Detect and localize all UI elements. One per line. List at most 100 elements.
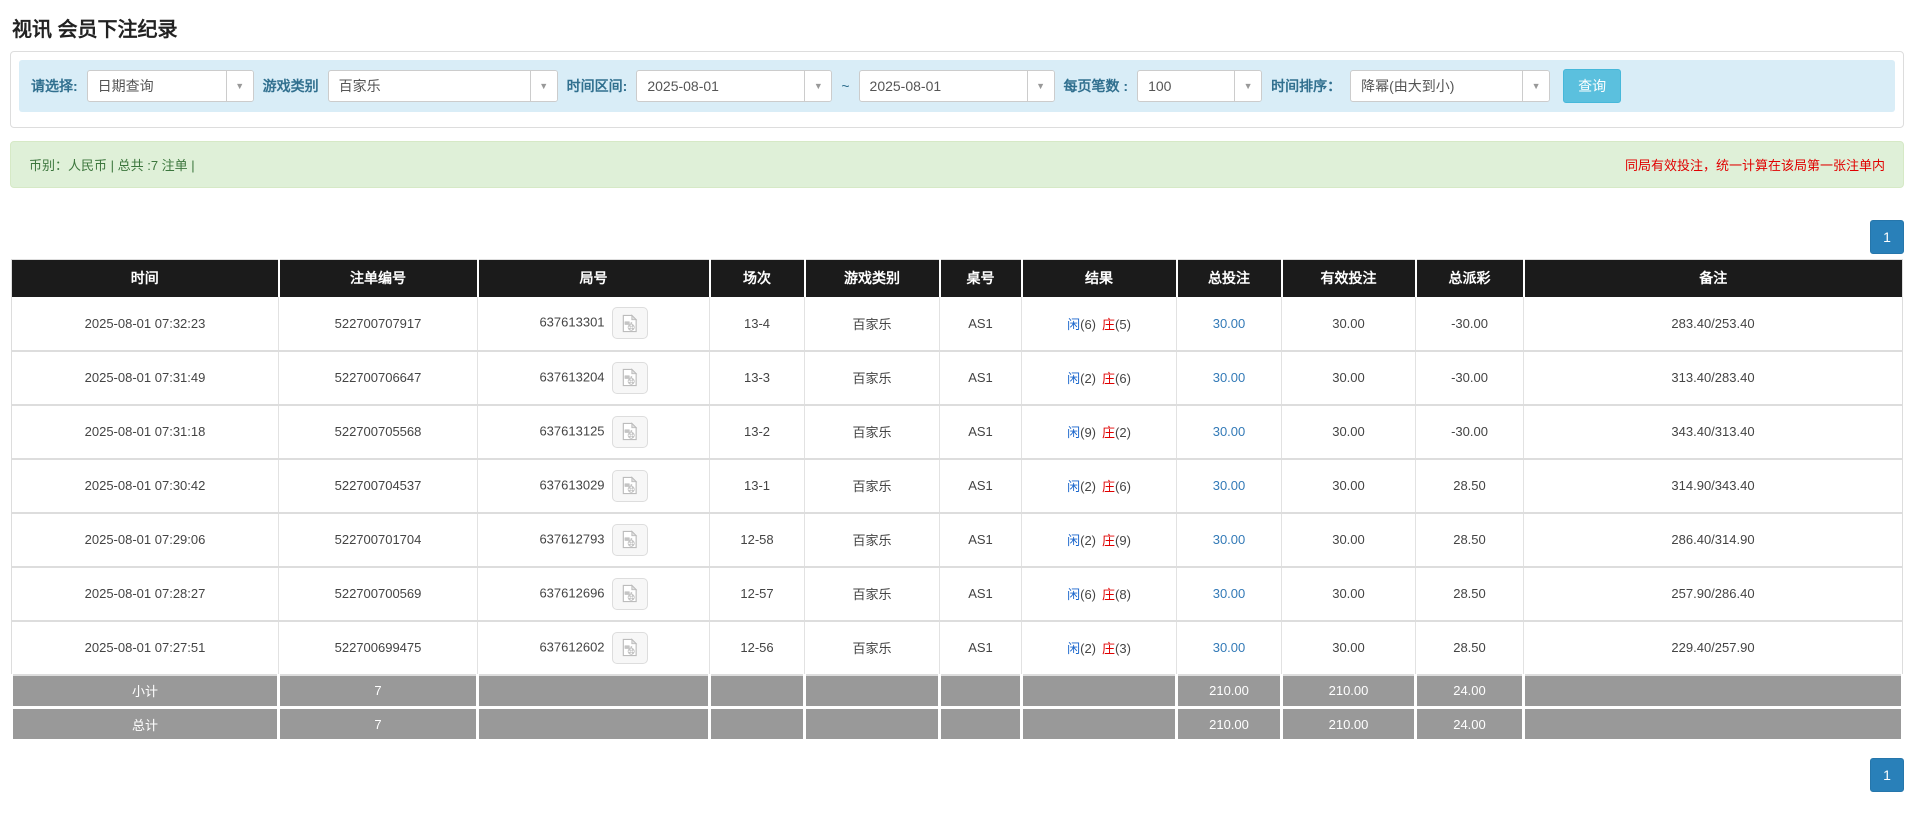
video-replay-button[interactable] [611,631,648,664]
game-type-label: 游戏类别 [262,78,319,94]
filter-bar: 请选择: 日期查询 ▼ 游戏类别 百家乐 ▼ 时间区间: 2025-08-01 … [19,60,1895,112]
player-result-value: (2) [1080,371,1096,386]
cell-time: 2025-08-01 07:31:49 [11,350,279,406]
cell-payout: 28.50 [1415,566,1524,622]
cell-bet-id: 522700704537 [278,458,478,514]
page-size-value: 100 [1148,78,1172,94]
filter-panel: 请选择: 日期查询 ▼ 游戏类别 百家乐 ▼ 时间区间: 2025-08-01 … [10,51,1904,128]
video-replay-button[interactable] [611,469,648,502]
cell-session: 13-3 [709,350,805,406]
chevron-down-icon[interactable]: ▼ [1026,71,1054,101]
total-bet-link[interactable]: 30.00 [1213,586,1246,601]
summary-bar: 币别：人民币 | 总共 :7 注单 | 同局有效投注，统一计算在该局第一张注单内 [10,141,1904,188]
cell-round-id: 637613029 [477,458,710,514]
cell-session: 13-1 [709,458,805,514]
subtotal-row: 小计 7 210.00 210.00 24.00 [10,674,1904,709]
chevron-down-icon[interactable]: ▼ [529,71,557,101]
total-label: 总计 [10,707,280,742]
cell-remark: 313.40/283.40 [1523,350,1903,406]
video-replay-button[interactable] [611,307,648,339]
cell-round-id: 637612602 [477,620,710,676]
cell-valid-bet: 30.00 [1281,350,1416,406]
pagination-bottom: 1 [10,758,1904,792]
cell-time: 2025-08-01 07:28:27 [11,566,279,622]
player-result-value: (2) [1080,533,1096,548]
chevron-down-icon[interactable]: ▼ [1522,71,1550,101]
chevron-down-icon[interactable]: ▼ [1234,71,1262,101]
table-row: 2025-08-01 07:29:06 522700701704 6376127… [11,512,1903,568]
player-result-label: 闲 [1067,425,1081,440]
banker-result-label: 庄 [1102,371,1116,386]
page-1-button[interactable]: 1 [1870,758,1904,792]
cell-valid-bet: 30.00 [1281,458,1416,514]
cell-payout: 28.50 [1415,620,1524,676]
query-type-dropdown[interactable]: 日期查询 ▼ [86,70,254,102]
cell-valid-bet: 30.00 [1281,620,1416,676]
cell-result: 闲(6) 庄(5) [1021,296,1177,352]
video-replay-button[interactable] [611,577,648,610]
cell-time: 2025-08-01 07:30:42 [11,458,279,514]
same-round-notice-text: 同局有效投注，统一计算在该局第一张注单内 [1624,158,1885,173]
cell-session: 13-4 [709,296,805,352]
cell-session: 12-58 [709,512,805,568]
table-header: 时间 注单编号 局号 场次 游戏类别 桌号 结果 总投注 有效投注 总派彩 备注 [11,259,1903,297]
cell-remark: 286.40/314.90 [1523,512,1903,568]
total-bet-link[interactable]: 30.00 [1213,640,1246,655]
cell-time: 2025-08-01 07:32:23 [11,296,279,352]
cell-result: 闲(6) 庄(8) [1021,566,1177,622]
sort-order-dropdown[interactable]: 降幂(由大到小) ▼ [1350,70,1551,102]
game-type-dropdown[interactable]: 百家乐 ▼ [327,70,558,102]
total-bet-link[interactable]: 30.00 [1213,424,1246,439]
table-body: 2025-08-01 07:32:23 522700707917 6376133… [11,296,1903,676]
date-to-picker[interactable]: 2025-08-01 ▼ [858,70,1055,102]
video-file-icon [622,422,638,441]
table-row: 2025-08-01 07:31:49 522700706647 6376132… [11,350,1903,406]
player-result-value: (2) [1080,641,1096,656]
total-bet-link[interactable]: 30.00 [1213,478,1246,493]
cell-round-id: 637613301 [477,296,710,352]
date-from-picker[interactable]: 2025-08-01 ▼ [636,70,833,102]
player-result-label: 闲 [1067,587,1081,602]
game-type-value: 百家乐 [338,78,381,94]
cell-result: 闲(2) 庄(3) [1021,620,1177,676]
cell-table-no: AS1 [939,350,1022,406]
date-from-value: 2025-08-01 [647,78,719,94]
video-replay-button[interactable] [611,523,648,556]
cell-game-type: 百家乐 [804,458,940,514]
cell-remark: 343.40/313.40 [1523,404,1903,460]
cell-payout: -30.00 [1415,350,1524,406]
player-result-label: 闲 [1067,371,1081,386]
page-size-dropdown[interactable]: 100 ▼ [1137,70,1263,102]
header-remark: 备注 [1523,259,1903,297]
cell-session: 13-2 [709,404,805,460]
total-payout: 24.00 [1414,707,1525,742]
player-result-value: (2) [1080,479,1096,494]
cell-total-bet: 30.00 [1176,566,1282,622]
header-table-no: 桌号 [939,259,1023,297]
cell-table-no: AS1 [939,566,1022,622]
cell-game-type: 百家乐 [804,512,940,568]
header-valid-bet: 有效投注 [1281,259,1417,297]
total-bet-link[interactable]: 30.00 [1213,370,1246,385]
cell-round-id: 637613125 [477,404,710,460]
header-time: 时间 [11,259,280,297]
search-button[interactable]: 查询 [1563,69,1622,103]
header-game-type: 游戏类别 [804,259,941,297]
banker-result-label: 庄 [1102,425,1116,440]
total-bet-link[interactable]: 30.00 [1213,532,1246,547]
chevron-down-icon[interactable]: ▼ [804,71,832,101]
table-footer: 小计 7 210.00 210.00 24.00 总计 7 210.00 210… [10,674,1904,742]
cell-valid-bet: 30.00 [1281,512,1416,568]
chevron-down-icon[interactable]: ▼ [225,71,253,101]
cell-payout: 28.50 [1415,458,1524,514]
cell-payout: -30.00 [1415,296,1524,352]
cell-time: 2025-08-01 07:27:51 [11,620,279,676]
video-replay-button[interactable] [611,415,648,448]
total-bet-link[interactable]: 30.00 [1213,316,1246,331]
banker-result-value: (9) [1115,533,1131,548]
page-1-button[interactable]: 1 [1870,220,1904,254]
table-row: 2025-08-01 07:27:51 522700699475 6376126… [11,620,1903,676]
video-replay-button[interactable] [611,361,648,394]
banker-result-label: 庄 [1102,479,1116,494]
cell-session: 12-57 [709,566,805,622]
